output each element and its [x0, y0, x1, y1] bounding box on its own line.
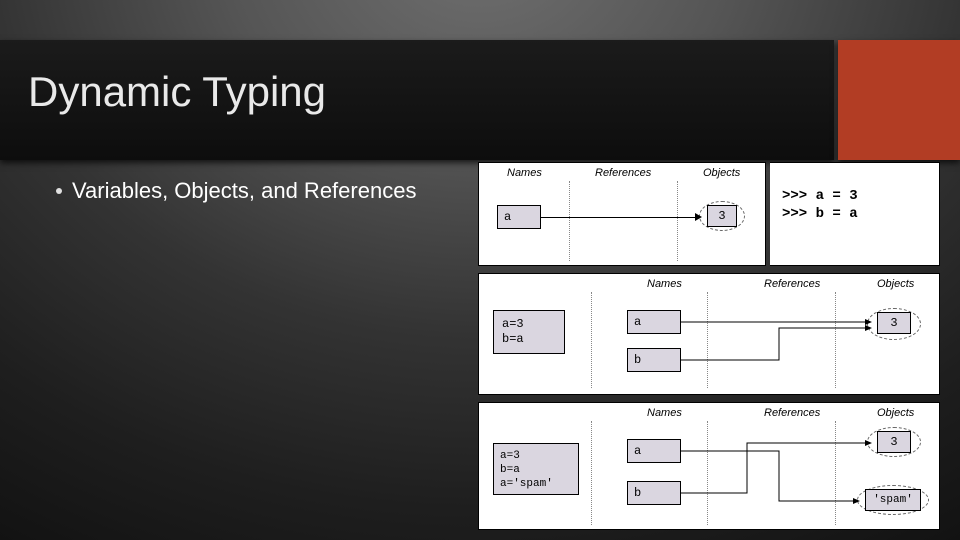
- d2-arrows: [479, 274, 941, 396]
- slide-title: Dynamic Typing: [28, 68, 326, 116]
- diagram-2: Names References Objects a=3 b=a a b 3: [478, 273, 940, 395]
- col-divider: [569, 181, 570, 261]
- col-header-references: References: [595, 167, 651, 179]
- arrow-head-icon: [695, 213, 702, 221]
- arrow-icon: [541, 217, 699, 218]
- bullet-item: Variables, Objects, and References: [56, 178, 416, 204]
- diagram-3: Names References Objects a=3 b=a a='spam…: [478, 402, 940, 530]
- title-bar: Dynamic Typing: [0, 40, 960, 160]
- bullet-dot-icon: [56, 188, 62, 194]
- d1-object-value: 3: [707, 205, 737, 227]
- code-side-panel: >>> a = 3 >>> b = a: [770, 162, 940, 266]
- d3-arrows: [479, 403, 941, 531]
- code-line: >>> b = a: [782, 205, 927, 223]
- col-header-names: Names: [507, 167, 542, 179]
- bullet-text: Variables, Objects, and References: [72, 178, 416, 204]
- code-line: >>> a = 3: [782, 187, 927, 205]
- title-accent-block: [838, 40, 960, 160]
- diagram-1: Names References Objects a 3: [478, 162, 766, 266]
- col-header-objects: Objects: [703, 167, 740, 179]
- d1-name-box: a: [497, 205, 541, 229]
- col-divider: [677, 181, 678, 261]
